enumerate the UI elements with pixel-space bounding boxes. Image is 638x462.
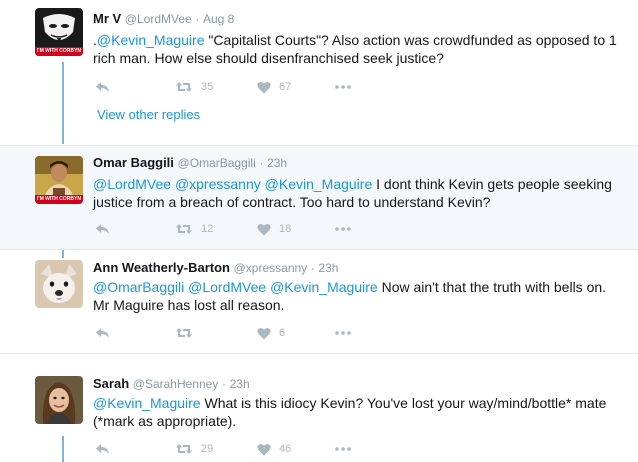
heart-icon — [257, 327, 271, 339]
author-handle[interactable]: @OmarBaggili — [178, 156, 256, 170]
separator-dot: · — [310, 261, 315, 275]
mention-link[interactable]: @Kevin_Maguire — [93, 395, 201, 411]
tweet-time[interactable]: Aug 8 — [203, 12, 234, 26]
more-dots-icon — [335, 331, 351, 335]
tweet[interactable]: Sarah @SarahHenney · 23h @Kevin_Maguire … — [0, 366, 638, 462]
tweet-text: .@Kevin_Maguire "Capitalist Courts"? Als… — [93, 31, 623, 67]
author-name[interactable]: Omar Baggili — [93, 155, 174, 170]
retweet-icon — [176, 82, 192, 92]
reply-icon — [96, 224, 109, 234]
woman-photo-avatar-icon — [35, 376, 83, 424]
reply-icon — [96, 444, 109, 454]
mention-link[interactable]: @OmarBaggili — [93, 279, 184, 295]
retweet-button[interactable]: 12 — [175, 221, 213, 237]
tweet-text: @OmarBaggili @LordMVee @Kevin_Maguire No… — [93, 278, 623, 314]
tweet[interactable]: I'M WITH CORBYN Mr V @LordMVee · Aug 8 .… — [0, 0, 638, 145]
heart-icon — [257, 443, 271, 455]
heart-icon — [257, 223, 271, 235]
reply-icon — [96, 82, 109, 92]
tweet-text: @LordMVee @xpressanny @Kevin_Maguire I d… — [93, 175, 623, 211]
retweet-count: 12 — [201, 223, 214, 235]
view-other-replies-link[interactable]: View other replies — [97, 107, 200, 122]
retweet-count: 29 — [201, 443, 214, 455]
retweet-icon — [176, 224, 192, 234]
more-button[interactable] — [335, 221, 351, 237]
like-count: 6 — [279, 327, 286, 339]
more-dots-icon — [335, 227, 351, 231]
reply-button[interactable] — [95, 79, 111, 95]
mention-link[interactable]: @Kevin_Maguire — [97, 32, 205, 48]
tweet-actions: 29 46 — [95, 441, 375, 457]
tweet-text: @Kevin_Maguire What is this idiocy Kevin… — [93, 394, 623, 430]
author-handle[interactable]: @xpressanny — [234, 261, 308, 275]
heart-icon — [257, 81, 271, 93]
mention-link[interactable]: @Kevin_Maguire — [270, 279, 378, 295]
retweet-icon — [176, 444, 192, 454]
tweet-header: Mr V @LordMVee · Aug 8 — [93, 11, 234, 26]
tweet-header: Omar Baggili @OmarBaggili · 23h — [93, 155, 287, 170]
like-count: 46 — [279, 443, 292, 455]
author-handle[interactable]: @LordMVee — [125, 12, 192, 26]
tweet-actions: 6 — [95, 325, 375, 341]
like-button[interactable]: 18 — [257, 221, 291, 237]
tweet-time[interactable]: 23h — [267, 156, 287, 170]
more-button[interactable] — [335, 325, 351, 341]
mention-link[interactable]: @LordMVee — [93, 176, 171, 192]
separator-dot: · — [259, 156, 264, 170]
retweet-count: 35 — [201, 81, 214, 93]
corbyn-badge: I'M WITH CORBYN — [35, 47, 83, 56]
reply-icon — [96, 328, 109, 338]
separator-dot: · — [221, 377, 226, 391]
avatar[interactable]: I'M WITH CORBYN — [35, 156, 83, 204]
like-count: 67 — [279, 81, 292, 93]
reply-button[interactable] — [95, 441, 111, 457]
tweet-header: Ann Weatherly-Barton @xpressanny · 23h — [93, 260, 338, 275]
tweet-header: Sarah @SarahHenney · 23h — [93, 376, 250, 391]
more-dots-icon — [335, 85, 351, 89]
avatar[interactable] — [35, 376, 83, 424]
corbyn-badge: I'M WITH CORBYN — [35, 195, 83, 204]
avatar[interactable] — [35, 260, 83, 308]
like-button[interactable]: 6 — [257, 325, 285, 341]
retweet-button[interactable]: 29 — [175, 441, 213, 457]
author-name[interactable]: Sarah — [93, 376, 129, 391]
divider — [0, 353, 638, 354]
tweet-time[interactable]: 23h — [318, 261, 338, 275]
reply-button[interactable] — [95, 325, 111, 341]
tweet[interactable]: I'M WITH CORBYN Omar Baggili @OmarBaggil… — [0, 146, 638, 249]
more-dots-icon — [335, 447, 351, 451]
tweet-actions: 12 18 — [95, 221, 375, 237]
retweet-icon — [176, 328, 192, 338]
tweet-actions: 35 67 — [95, 79, 375, 95]
reply-button[interactable] — [95, 221, 111, 237]
more-button[interactable] — [335, 441, 351, 457]
like-button[interactable]: 46 — [257, 441, 291, 457]
author-handle[interactable]: @SarahHenney — [133, 377, 219, 391]
retweet-button[interactable]: 35 — [175, 79, 213, 95]
mention-link[interactable]: @LordMVee — [188, 279, 266, 295]
more-button[interactable] — [335, 79, 351, 95]
avatar[interactable]: I'M WITH CORBYN — [35, 8, 83, 56]
tweet-time[interactable]: 23h — [230, 377, 250, 391]
author-name[interactable]: Ann Weatherly-Barton — [93, 260, 230, 275]
dog-photo-avatar-icon — [35, 260, 83, 308]
separator-dot: · — [195, 12, 200, 26]
author-name[interactable]: Mr V — [93, 11, 121, 26]
mention-link[interactable]: @xpressanny — [175, 176, 261, 192]
like-count: 18 — [279, 223, 292, 235]
tweet[interactable]: Ann Weatherly-Barton @xpressanny · 23h @… — [0, 250, 638, 353]
retweet-button[interactable] — [175, 325, 201, 341]
mention-link[interactable]: @Kevin_Maguire — [265, 176, 373, 192]
like-button[interactable]: 67 — [257, 79, 291, 95]
